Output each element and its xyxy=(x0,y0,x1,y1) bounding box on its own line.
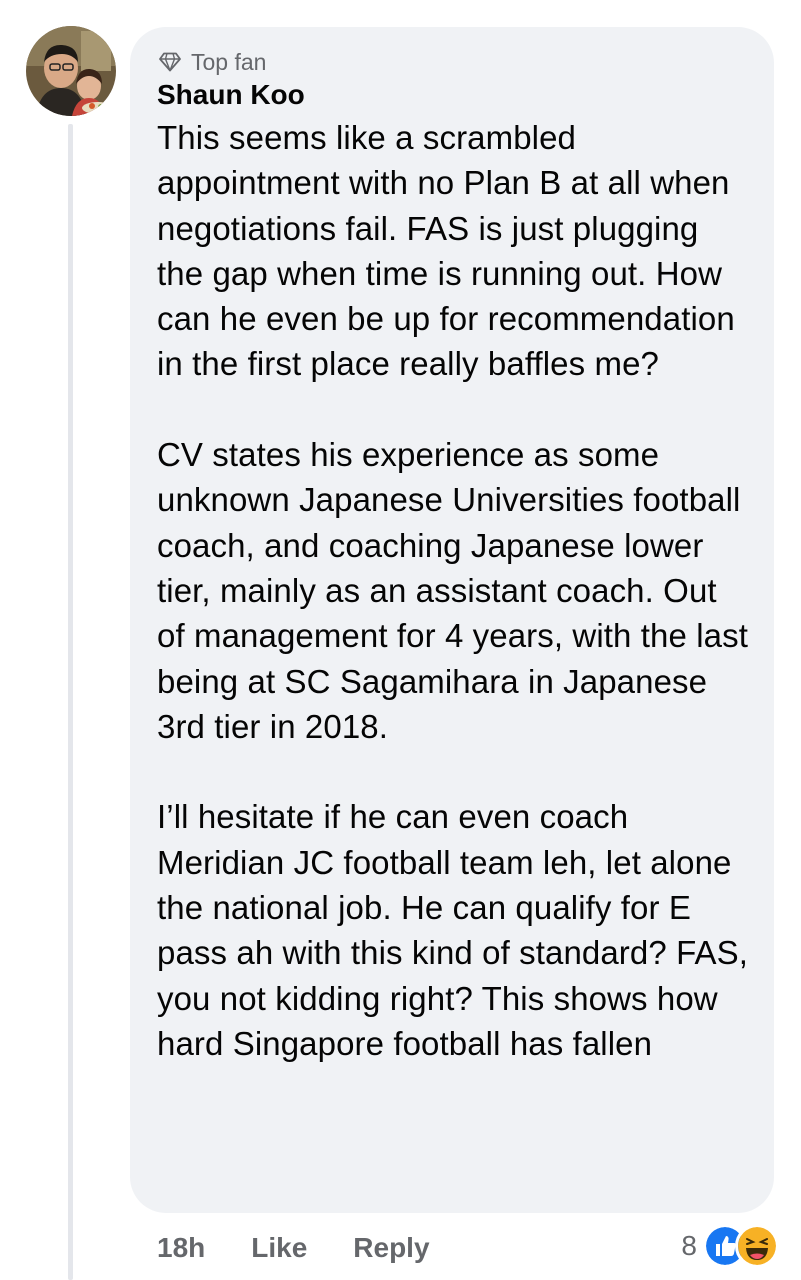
thread-line xyxy=(68,124,73,1280)
reply-button[interactable]: Reply xyxy=(353,1232,429,1264)
avatar[interactable] xyxy=(26,26,116,116)
badge-label: Top fan xyxy=(191,48,267,75)
comment-text: This seems like a scrambled appointment … xyxy=(157,115,748,1066)
avatar-photo xyxy=(26,26,116,116)
comment-actions: 18h Like Reply xyxy=(157,1228,430,1268)
like-button[interactable]: Like xyxy=(251,1232,307,1264)
comment-paragraph: I’ll hesitate if he can even coach Merid… xyxy=(157,798,748,1062)
diamond-icon xyxy=(159,52,181,72)
comment-paragraph: CV states his experience as some unknown… xyxy=(157,436,748,745)
haha-icon xyxy=(735,1224,779,1268)
reaction-summary[interactable]: 8 xyxy=(681,1224,779,1268)
top-fan-badge: Top fan xyxy=(157,47,748,77)
author-name[interactable]: Shaun Koo xyxy=(157,77,748,113)
comment-paragraph: This seems like a scrambled appointment … xyxy=(157,119,735,383)
comment-bubble: Top fan Shaun Koo This seems like a scra… xyxy=(130,27,774,1213)
reaction-count: 8 xyxy=(681,1230,697,1261)
timestamp[interactable]: 18h xyxy=(157,1232,205,1264)
